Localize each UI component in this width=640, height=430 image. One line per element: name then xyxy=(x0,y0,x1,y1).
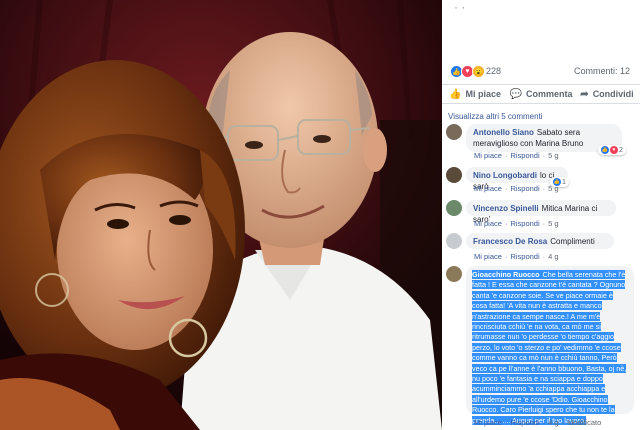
love-icon: ♥ xyxy=(610,146,618,154)
avatar[interactable] xyxy=(446,167,462,183)
comment-bubble: Vincenzo Spinelli Mitica Marina ci saro' xyxy=(466,200,616,224)
view-previous-comments-link[interactable]: Visualizza altri 5 commenti xyxy=(448,112,543,121)
like-button-label: Mi piace xyxy=(465,89,501,99)
comment-reply-link[interactable]: Rispondi xyxy=(510,219,539,228)
comment-like-link[interactable]: Mi piace xyxy=(474,418,502,427)
comment-bubble: Francesco De Rosa Complimenti xyxy=(466,233,614,249)
photo-viewer: · · 👍 ♥ 😮 228 Commenti: 12 👍 Mi piace 💬 … xyxy=(0,0,640,430)
comment-author[interactable]: Antonello Siano xyxy=(473,128,534,137)
comment-meta: Mi piace · Rispondi · 5 g xyxy=(474,151,559,160)
thumbs-up-icon: 👍 xyxy=(449,88,462,100)
comment-bubble: Gioacchino Ruocco Che bella serenata che … xyxy=(466,266,634,425)
comment-reaction-count: 1 xyxy=(562,178,566,186)
reaction-icons: 👍 ♥ 😮 xyxy=(450,65,485,78)
comment-time[interactable]: 5 g xyxy=(548,151,558,160)
comment-reply-link[interactable]: Rispondi xyxy=(510,252,539,261)
comment-reactions[interactable]: 👍 ♥ 2 xyxy=(598,145,626,155)
comment-like-link[interactable]: Mi piace xyxy=(474,219,502,228)
reactions-summary[interactable]: 👍 ♥ 😮 228 Commenti: 12 xyxy=(450,64,634,80)
avatar[interactable] xyxy=(446,124,462,140)
avatar[interactable] xyxy=(446,200,462,216)
comment-meta: Mi piace · Rispondi · 4 g xyxy=(474,252,559,261)
share-button[interactable]: ➦ Condividi xyxy=(574,85,640,103)
comment-author[interactable]: Vincenzo Spinelli xyxy=(473,204,539,213)
comment-like-link[interactable]: Mi piace xyxy=(474,252,502,261)
speech-bubble-icon: 💬 xyxy=(509,88,522,100)
comment-meta: Mi piace · Rispondi · 5 g xyxy=(474,184,559,193)
post-action-bar: 👍 Mi piace 💬 Commenta ➦ Condividi xyxy=(442,84,640,104)
comment-like-link[interactable]: Mi piace xyxy=(474,151,502,160)
comment-time[interactable]: 4 g xyxy=(548,252,558,261)
photo-illustration xyxy=(0,0,442,430)
comment-button[interactable]: 💬 Commenta xyxy=(508,85,574,103)
comments-panel: · · 👍 ♥ 😮 228 Commenti: 12 👍 Mi piace 💬 … xyxy=(442,0,640,430)
comment-reply-link[interactable]: Rispondi xyxy=(510,418,539,427)
wow-icon: 😮 xyxy=(472,65,485,78)
comment-like-link[interactable]: Mi piace xyxy=(474,184,502,193)
comment-button-label: Commenta xyxy=(525,89,573,99)
reaction-count[interactable]: 228 xyxy=(486,66,501,76)
comment-reaction-count: 2 xyxy=(619,146,623,154)
share-arrow-icon: ➦ xyxy=(580,88,589,100)
like-icon: 👍 xyxy=(601,146,609,154)
post-header-fragment: · · xyxy=(454,0,466,14)
avatar[interactable] xyxy=(446,266,462,282)
comment-time[interactable]: 5 g xyxy=(548,219,558,228)
selected-text: Gioacchino Ruocco Che bella serenata che … xyxy=(472,270,627,425)
share-button-label: Condividi xyxy=(592,89,634,99)
comment-text: Che bella serenata che l'è fatta ! E ess… xyxy=(472,270,627,425)
comment-time[interactable]: 4 g xyxy=(548,418,558,427)
comment-count[interactable]: Commenti: 12 xyxy=(574,66,630,76)
comment-reply-link[interactable]: Rispondi xyxy=(510,151,539,160)
avatar[interactable] xyxy=(446,233,462,249)
like-button[interactable]: 👍 Mi piace xyxy=(442,85,508,103)
comment-author[interactable]: Francesco De Rosa xyxy=(473,237,547,246)
comment-meta: Mi piace · Rispondi · 5 g xyxy=(474,219,559,228)
comment-reply-link[interactable]: Rispondi xyxy=(510,184,539,193)
comment-edited-label[interactable]: Modificato xyxy=(567,418,601,427)
comment-time[interactable]: 5 g xyxy=(548,184,558,193)
comment-author[interactable]: Gioacchino Ruocco xyxy=(472,270,540,279)
post-photo[interactable] xyxy=(0,0,442,430)
comment-text: Complimenti xyxy=(550,237,595,246)
comment-author[interactable]: Nino Longobardi xyxy=(473,171,537,180)
comment-meta: Mi piace · Rispondi · 4 g · Modificato xyxy=(474,418,602,427)
